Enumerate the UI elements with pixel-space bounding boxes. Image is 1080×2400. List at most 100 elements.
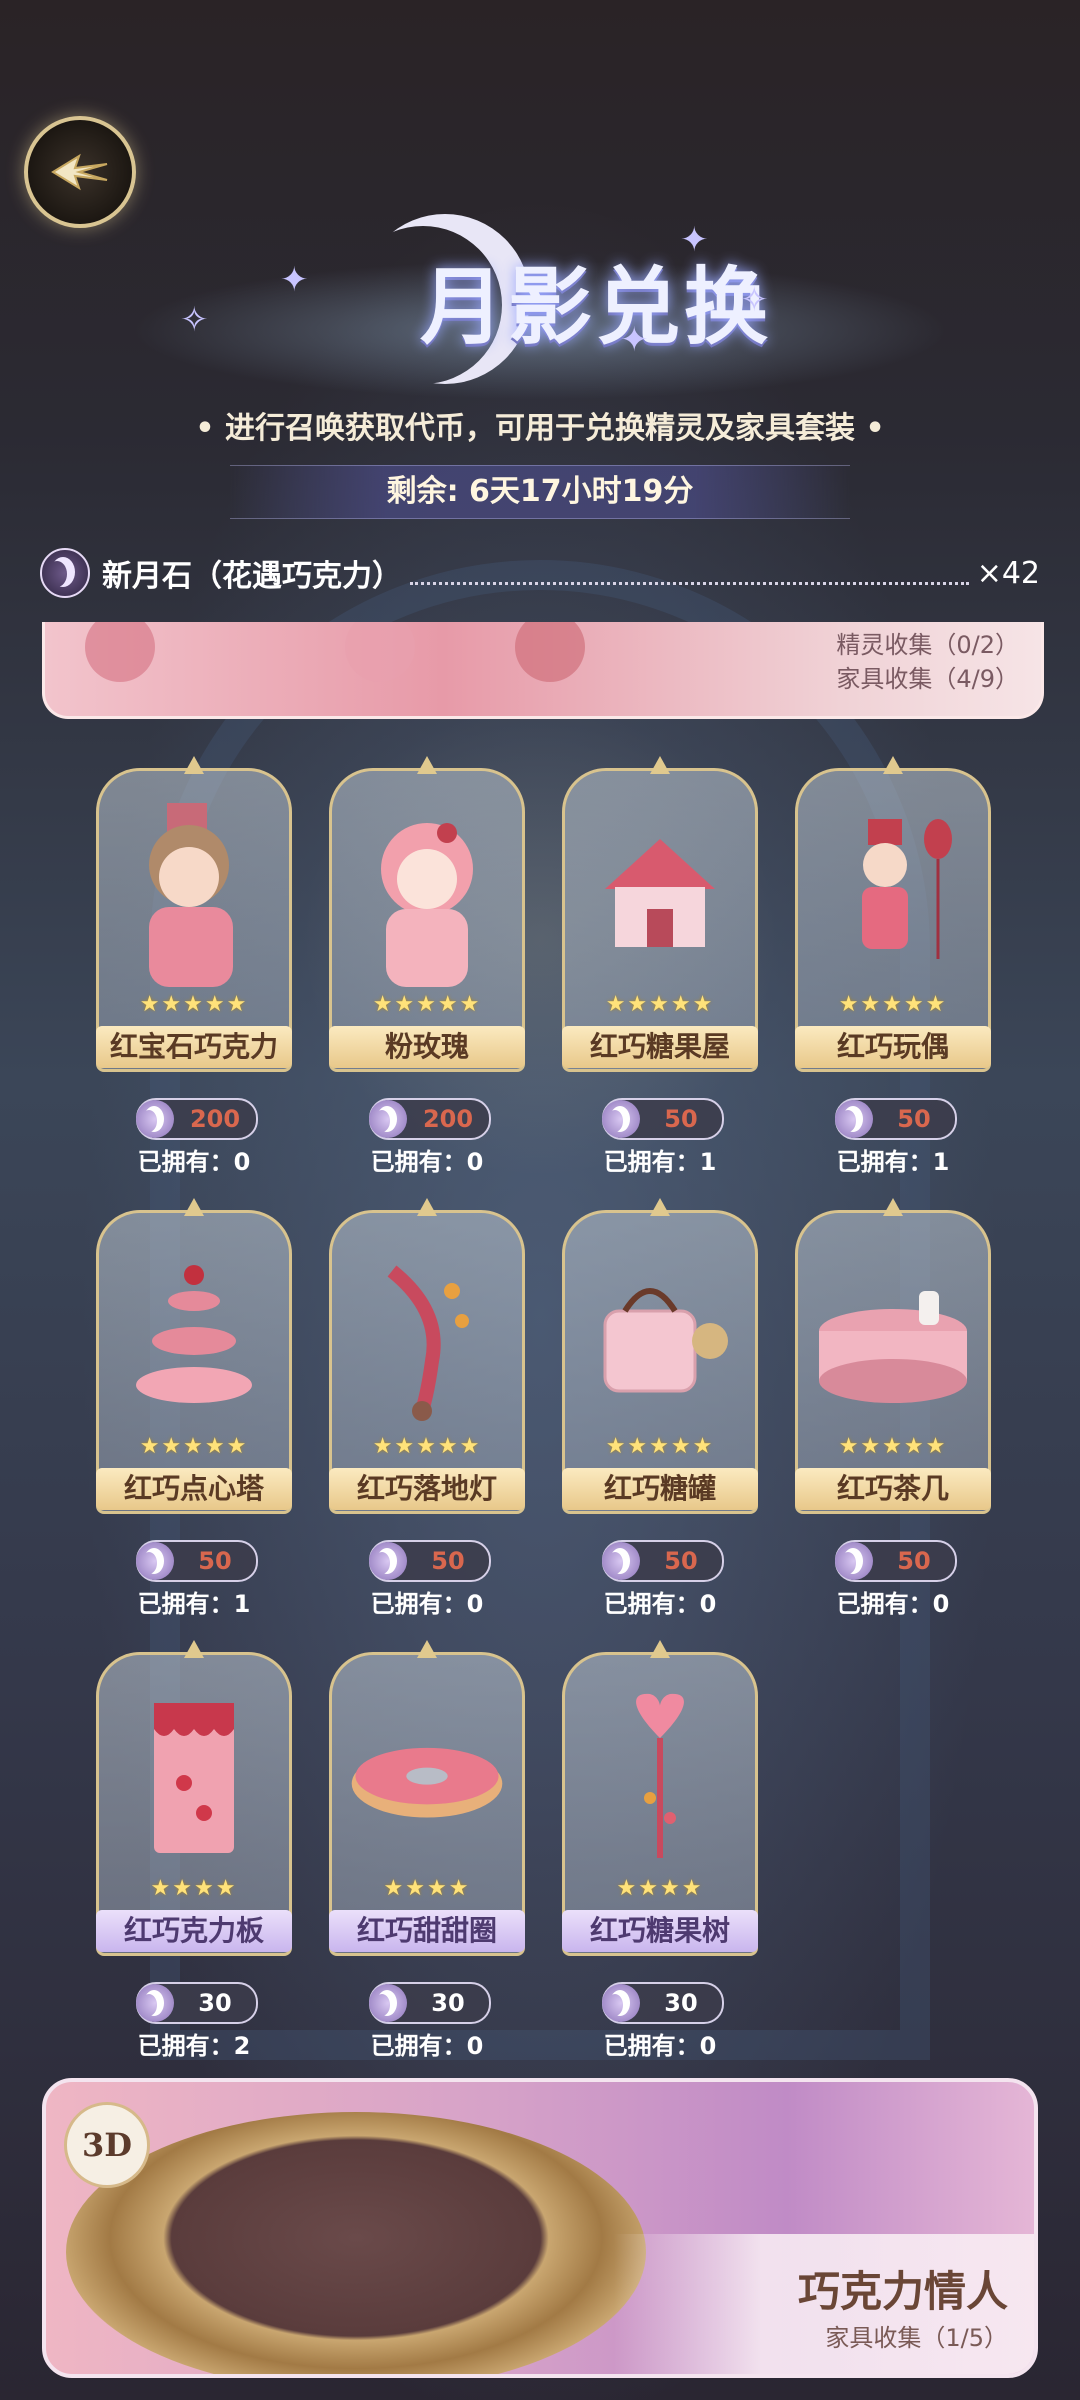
item-name: 粉玫瑰 — [329, 1026, 525, 1068]
item-name: 红巧落地灯 — [329, 1468, 525, 1510]
tea-table-icon — [813, 1236, 973, 1436]
crescent-moon-icon — [602, 1542, 640, 1580]
page-title: 月影兑换 — [420, 257, 773, 356]
crescent-moon-icon — [369, 1100, 407, 1138]
chocolate-bar-icon — [114, 1678, 274, 1878]
item-name: 红巧糖果树 — [562, 1910, 758, 1952]
owned-count: 已拥有：0 — [370, 2032, 484, 2060]
crown-ornament-icon — [417, 1640, 437, 1658]
item-card[interactable]: ★★★★★ 粉玫瑰 — [329, 756, 525, 1072]
butterfly-icon: ✧ — [740, 280, 769, 320]
price-tag: 50 — [136, 1540, 258, 1582]
item-name: 红巧糖罐 — [562, 1468, 758, 1510]
dessert-tower-icon — [114, 1236, 274, 1436]
price-value: 50 — [664, 1105, 698, 1133]
furniture-collection: 家具收集（1/5） — [825, 2324, 1008, 2352]
price-value: 50 — [897, 1547, 931, 1575]
item-card[interactable]: ★★★★★ 红宝石巧克力 — [96, 756, 292, 1072]
donut-icon — [345, 622, 415, 682]
price-tag: 50 — [602, 1540, 724, 1582]
spirit-collection: 精灵收集（0/2） — [836, 631, 1019, 659]
floor-lamp-icon — [347, 1236, 507, 1436]
crescent-moon-icon — [835, 1100, 873, 1138]
crescent-moon-icon — [835, 1542, 873, 1580]
price-value: 30 — [198, 1989, 232, 2017]
owned-count: 已拥有：1 — [836, 1148, 950, 1176]
item-name: 红巧茶几 — [795, 1468, 991, 1510]
price-tag: 30 — [602, 1982, 724, 2024]
owned-count: 已拥有：0 — [370, 1148, 484, 1176]
back-arrow-icon — [51, 153, 108, 191]
set-banner-bottom[interactable]: 3D 巧克力情人 家具收集（1/5） — [42, 2078, 1038, 2378]
currency-row: 新月石（花遇巧克力） ×42 — [40, 545, 1040, 601]
rarity-stars: ★★★★★ — [139, 1434, 249, 1459]
item-card[interactable]: ★★★★★ 红巧糖罐 — [562, 1198, 758, 1514]
price-value: 50 — [897, 1105, 931, 1133]
owned-count: 已拥有：1 — [603, 1148, 717, 1176]
crown-ornament-icon — [883, 756, 903, 774]
butterfly-icon: ✦ — [680, 220, 709, 260]
set-banner-bottom-info: 巧克力情人 家具收集（1/5） — [614, 2234, 1034, 2374]
butterfly-icon: ✦ — [280, 260, 309, 300]
price-tag: 200 — [369, 1098, 491, 1140]
rarity-stars: ★★★★★ — [605, 1434, 715, 1459]
crescent-moon-icon — [369, 1984, 407, 2022]
3d-badge[interactable]: 3D — [64, 2102, 150, 2188]
item-name: 红巧点心塔 — [96, 1468, 292, 1510]
price-value: 200 — [189, 1105, 241, 1133]
price-value: 50 — [431, 1547, 465, 1575]
candy-jar-icon — [580, 1236, 740, 1436]
item-card[interactable]: ★★★★★ 红巧玩偶 — [795, 756, 991, 1072]
price-tag: 50 — [835, 1098, 957, 1140]
set-banner-top-info: 精灵收集（0/2） 家具收集（4/9） — [836, 628, 1019, 696]
doll-icon — [813, 794, 973, 994]
rarity-stars: ★★★★★ — [838, 992, 948, 1017]
price-tag: 50 — [369, 1540, 491, 1582]
item-card[interactable]: ★★★★★ 红巧落地灯 — [329, 1198, 525, 1514]
item-name: 红巧克力板 — [96, 1910, 292, 1952]
rarity-stars: ★★★★★ — [372, 992, 482, 1017]
price-tag: 30 — [369, 1982, 491, 2024]
owned-count: 已拥有：0 — [836, 1590, 950, 1618]
item-card[interactable]: ★★★★★ 红巧茶几 — [795, 1198, 991, 1514]
crown-ornament-icon — [417, 1198, 437, 1216]
rarity-stars: ★★★★ — [616, 1876, 704, 1901]
furniture-collection: 家具收集（4/9） — [836, 665, 1019, 693]
crescent-moon-icon — [40, 548, 90, 598]
title-logo: 月影兑换 ✦ ✧ ✦ ✧ ✦ — [0, 200, 1080, 400]
remaining-timer: 剩余: 6天17小时19分 — [230, 465, 850, 519]
item-card[interactable]: ★★★★ 红巧甜甜圈 — [329, 1640, 525, 1956]
dotted-leader — [410, 562, 969, 585]
crown-ornament-icon — [883, 1198, 903, 1216]
chocolate-basket-image — [66, 2112, 646, 2374]
price-value: 30 — [664, 1989, 698, 2017]
item-name: 红巧玩偶 — [795, 1026, 991, 1068]
owned-count: 已拥有：0 — [603, 2032, 717, 2060]
set-banner-top[interactable]: 精灵收集（0/2） 家具收集（4/9） — [42, 622, 1044, 719]
spirit-portrait-icon — [114, 794, 274, 994]
price-tag: 50 — [835, 1540, 957, 1582]
currency-name: 新月石（花遇巧克力） — [102, 559, 402, 594]
crown-ornament-icon — [650, 756, 670, 774]
crescent-moon-icon — [602, 1984, 640, 2022]
item-card[interactable]: ★★★★★ 红巧糖果屋 — [562, 756, 758, 1072]
crescent-moon-icon — [136, 1984, 174, 2022]
owned-count: 已拥有：0 — [370, 1590, 484, 1618]
owned-count: 已拥有：0 — [137, 1148, 251, 1176]
crown-ornament-icon — [650, 1640, 670, 1658]
crescent-moon-icon — [136, 1542, 174, 1580]
crescent-moon-icon — [136, 1100, 174, 1138]
owned-count: 已拥有：1 — [137, 1590, 251, 1618]
donut-icon — [347, 1678, 507, 1878]
item-card[interactable]: ★★★★ 红巧克力板 — [96, 1640, 292, 1956]
price-tag: 30 — [136, 1982, 258, 2024]
lollipop-icon — [85, 622, 155, 682]
item-card[interactable]: ★★★★★ 红巧点心塔 — [96, 1198, 292, 1514]
crown-ornament-icon — [650, 1198, 670, 1216]
butterfly-icon: ✧ — [180, 300, 209, 340]
owned-count: 已拥有：0 — [603, 1590, 717, 1618]
owned-count: 已拥有：2 — [137, 2032, 251, 2060]
crown-ornament-icon — [417, 756, 437, 774]
item-card[interactable]: ★★★★ 红巧糖果树 — [562, 1640, 758, 1956]
price-tag: 50 — [602, 1098, 724, 1140]
